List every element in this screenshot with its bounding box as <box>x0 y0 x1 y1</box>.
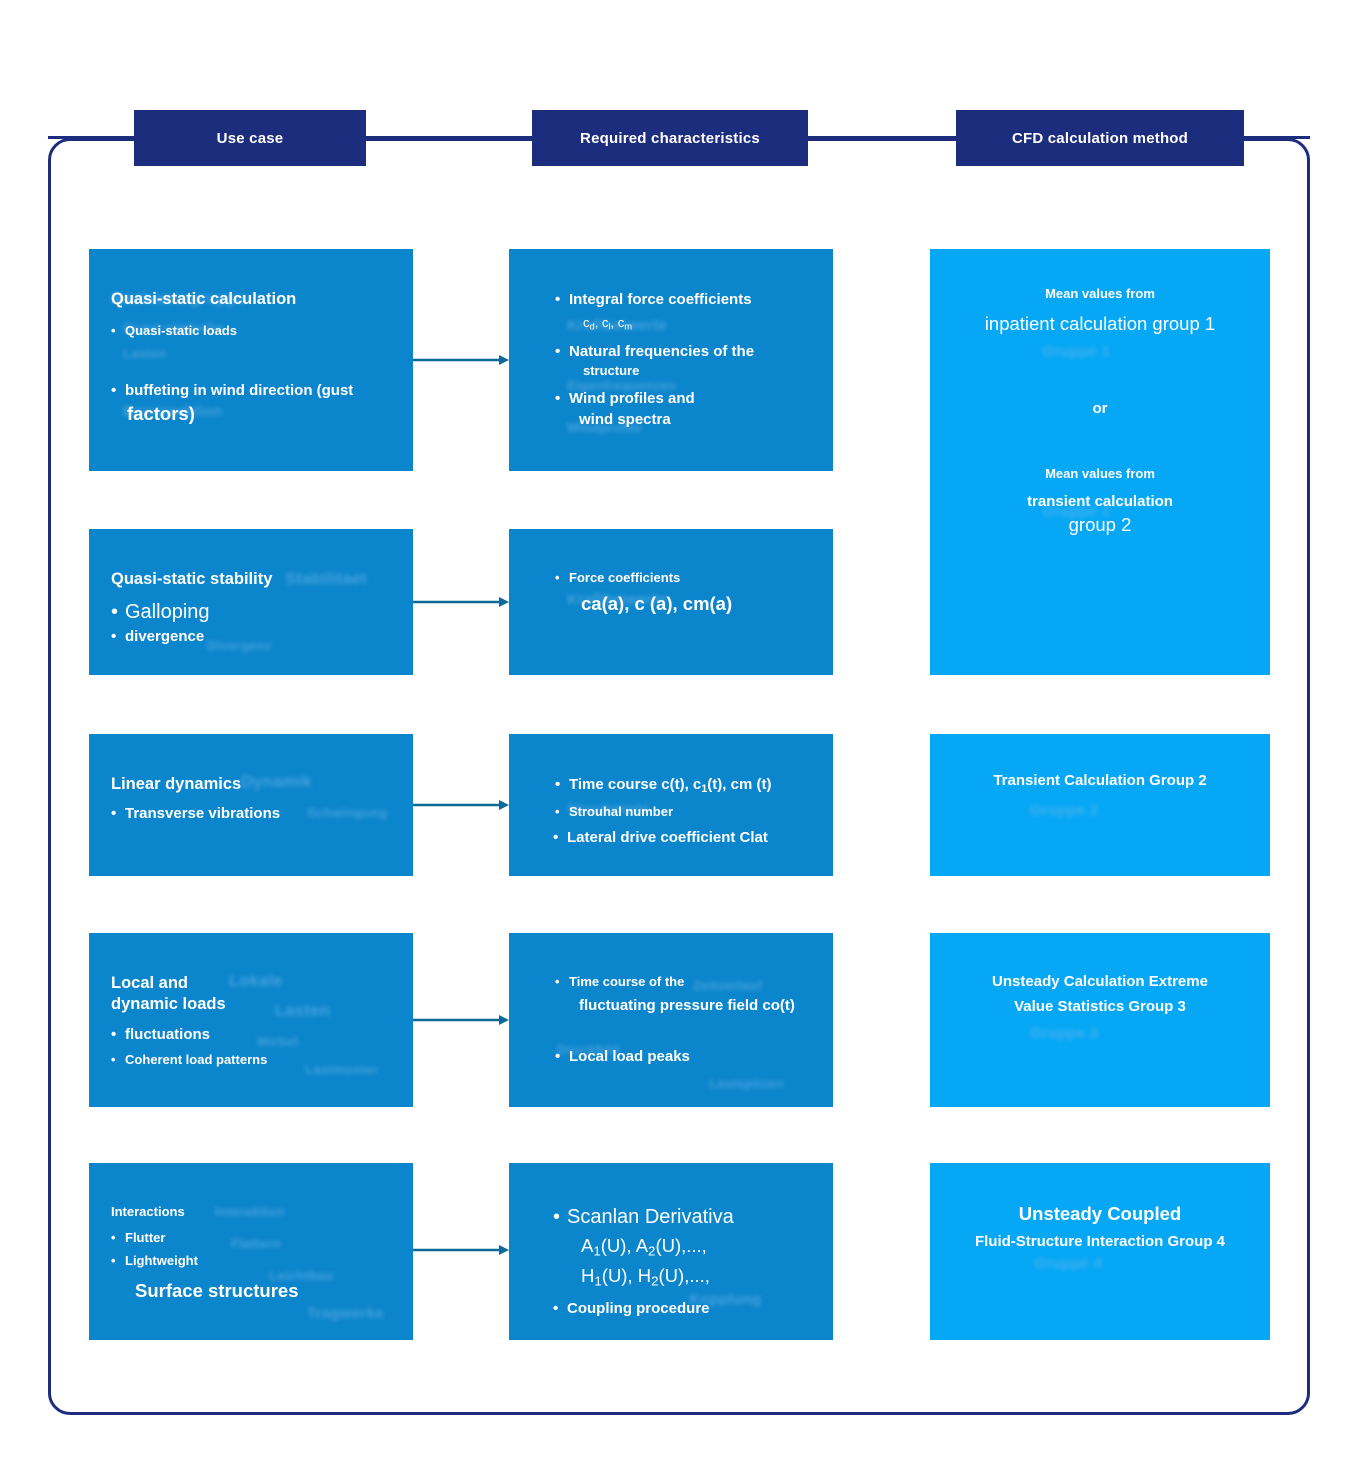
diagram-canvas: Use case Required characteristics CFD ca… <box>0 0 1361 1469</box>
column-header-required-characteristics[interactable]: Required characteristics <box>532 110 808 166</box>
characteristics-1-line-3: • Natural frequencies of the <box>555 343 755 361</box>
header-rail-right <box>1238 136 1310 139</box>
bullet-marker: • <box>555 343 561 361</box>
characteristics-1-line-4: structure <box>583 363 640 379</box>
arrow-row-1 <box>413 353 509 367</box>
bullet-marker: • <box>555 974 560 989</box>
use-case-4-bullet-1: • fluctuations <box>111 1025 210 1043</box>
method-4-line-2: Value Statistics Group 3 <box>1014 998 1186 1015</box>
method-5-line-1: Unsteady Coupled <box>1018 1203 1182 1224</box>
characteristics-3-line-2: • Strouhal number <box>555 804 674 820</box>
bullet-marker: • <box>555 776 561 793</box>
bullet-marker: • <box>111 805 117 823</box>
method-4-line-1: Unsteady Calculation Extreme <box>992 973 1208 990</box>
use-case-2-bullet-2: • divergence <box>111 628 205 646</box>
use-case-3-bullet-1: • Transverse vibrations <box>111 805 281 823</box>
characteristics-1-line-6: wind spectra <box>579 410 671 428</box>
characteristics-4-line-1: • Time course of the <box>555 974 685 989</box>
method-box-transient-calculation[interactable]: Gruppe 2 Transient Calculation Group 2 <box>930 734 1270 876</box>
characteristics-2-line-1: • Force coefficients <box>555 570 681 585</box>
characteristics-box-5[interactable]: Kopplung • Scanlan Derivativa A1(U), A2(U… <box>509 1163 833 1340</box>
column-header-use-case-label: Use case <box>216 129 284 147</box>
characteristics-box-1[interactable]: Kraftbeiwerte Eigenfrequenzen Windprofil… <box>509 249 833 471</box>
arrow-row-2 <box>413 595 509 609</box>
method-1-or: or <box>1092 400 1108 418</box>
characteristics-1-line-1: • Integral force coefficients <box>555 291 752 308</box>
method-box-mean-values[interactable]: Gruppe 1 Gruppe 2 Mean values from inpat… <box>930 249 1270 675</box>
use-case-box-quasi-static-stability[interactable]: Stabilitaet Divergenz Quasi-static stabi… <box>89 529 413 675</box>
bullet-marker: • <box>111 1253 116 1269</box>
bullet-marker: • <box>111 1025 117 1043</box>
characteristics-box-3[interactable]: Strouhalzahl • Time course c(t), c1(t), c… <box>509 734 833 876</box>
bullet-marker: • <box>553 1299 559 1317</box>
bullet-marker: • <box>555 389 561 407</box>
arrow-row-4 <box>413 1013 509 1027</box>
method-1-line-2: inpatient calculation group 1 <box>984 312 1216 334</box>
method-3-line-1: Transient Calculation Group 2 <box>993 772 1207 789</box>
arrow-row-3 <box>413 798 509 812</box>
use-case-1-bullet-1: • Quasi-static loads <box>111 323 237 339</box>
use-case-4-title-b: dynamic loads <box>111 995 226 1014</box>
bullet-marker: • <box>111 628 117 646</box>
method-box-unsteady-extreme-value[interactable]: Gruppe 3 Unsteady Calculation Extreme Va… <box>930 933 1270 1107</box>
method-1-line-5: transient calculation <box>1027 492 1173 510</box>
bullet-marker: • <box>111 323 116 339</box>
characteristics-3-line-1: • Time course c(t), c1(t), cm (t) <box>555 776 772 796</box>
method-box-unsteady-coupled-fsi[interactable]: Gruppe 4 Unsteady Coupled Fluid-Structur… <box>930 1163 1270 1340</box>
bullet-marker: • <box>555 804 560 820</box>
use-case-4-bullet-2: • Coherent load patterns <box>111 1051 268 1067</box>
bullet-marker: • <box>111 381 117 399</box>
bullet-marker: • <box>555 291 561 308</box>
characteristics-box-4[interactable]: Zeitverlauf Druckfeld Lastspitzen • Time … <box>509 933 833 1107</box>
characteristics-4-line-3: • Local load peaks <box>555 1047 690 1065</box>
use-case-3-title: Linear dynamics <box>111 775 242 793</box>
column-header-required-characteristics-label: Required characteristics <box>580 129 760 147</box>
use-case-box-linear-dynamics[interactable]: Dynamik Schwingung Linear dynamics • Tran… <box>89 734 413 876</box>
characteristics-3-line-3: • Lateral drive coefficient Clat <box>553 828 768 846</box>
use-case-box-interactions[interactable]: Interaktion Flattern Leichtbau Tragwerke… <box>89 1163 413 1340</box>
arrow-row-5 <box>413 1243 509 1257</box>
column-header-cfd-calculation-method[interactable]: CFD calculation method <box>956 110 1244 166</box>
use-case-5-bullet-2: • Lightweight <box>111 1253 198 1269</box>
method-5-line-2: Fluid-Structure Interaction Group 4 <box>974 1232 1225 1250</box>
bullet-marker: • <box>553 1206 561 1228</box>
use-case-2-title: Quasi-static stability <box>111 570 273 588</box>
bullet-marker: • <box>555 570 560 585</box>
characteristics-1-coefficients: cd, cl, cm <box>583 315 633 332</box>
characteristics-5-line-3: H1(U), H2(U),..., <box>581 1265 710 1290</box>
method-1-line-4: Mean values from <box>1045 466 1155 482</box>
characteristics-4-line-2: fluctuating pressure field co(t) <box>579 996 795 1014</box>
use-case-5-line-3: Surface structures <box>135 1279 299 1301</box>
use-case-box-quasi-static-calculation[interactable]: Nachweisgruppe Quasi-statische Lasten Bo… <box>89 249 413 471</box>
use-case-5-bullet-1: • Flutter <box>111 1229 166 1245</box>
bullet-marker: • <box>553 828 559 846</box>
characteristics-5-line-1: • Scanlan Derivativa <box>531 1203 811 1231</box>
use-case-1-bullet-2-cont: factors) <box>127 402 195 424</box>
method-1-line-1: Mean values from <box>1045 286 1155 301</box>
method-1-line-6: group 2 <box>1068 513 1132 535</box>
characteristics-5-line-4: • Coupling procedure <box>553 1299 710 1317</box>
header-rail-between-2-3 <box>800 136 962 139</box>
use-case-1-title: Quasi-static calculation <box>111 290 297 308</box>
characteristics-box-2[interactable]: Kraftbeiwerte • Force coefficients ca(a),… <box>509 529 833 675</box>
bullet-marker: • <box>555 1047 561 1065</box>
bullet-marker: • <box>111 1051 116 1067</box>
use-case-box-local-dynamic-loads[interactable]: Lokale Lasten Wirbel Lastmuster Local an… <box>89 933 413 1107</box>
bullet-marker: • <box>111 1229 116 1245</box>
column-header-cfd-calculation-method-label: CFD calculation method <box>1011 129 1189 147</box>
column-header-use-case[interactable]: Use case <box>134 110 366 166</box>
header-rail-left <box>48 136 140 139</box>
characteristics-5-line-2: A1(U), A2(U),..., <box>581 1235 707 1259</box>
use-case-5-title: Interactions <box>111 1204 185 1219</box>
header-rail-between-1-2 <box>360 136 538 139</box>
use-case-4-title-a: Local and <box>111 974 189 992</box>
bullet-marker: • <box>111 601 119 624</box>
characteristics-1-line-5: • Wind profiles and <box>555 389 695 407</box>
use-case-2-bullet-1: • Galloping <box>111 598 391 626</box>
use-case-1-bullet-2: • buffeting in wind direction (gust <box>111 381 354 399</box>
characteristics-2-line-2: ca(a), c (a), cm(a) <box>581 592 733 614</box>
